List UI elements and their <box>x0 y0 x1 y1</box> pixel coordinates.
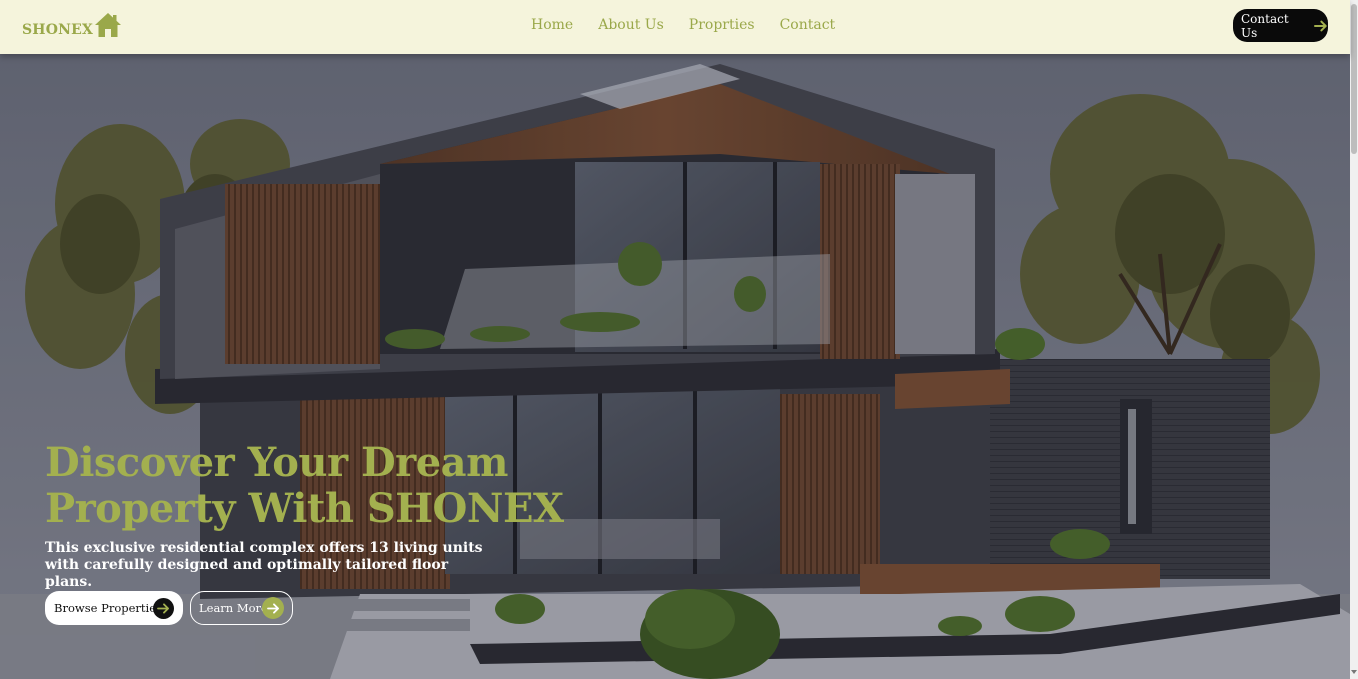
hero-title-line-2: Property With SHONEX <box>45 485 564 532</box>
arrow-right-icon <box>153 598 174 619</box>
learn-more-button[interactable]: Learn More <box>190 591 293 625</box>
nav-link-properties[interactable]: Proprties <box>689 16 755 34</box>
hero-section: Discover Your Dream Property With SHONEX… <box>0 54 1350 679</box>
page-scrollbar[interactable] <box>1350 0 1358 679</box>
top-navbar: SHONEX Home About Us Proprties Contact C… <box>0 0 1350 54</box>
contact-us-label: Contact Us <box>1241 11 1289 40</box>
main-nav: Home About Us Proprties Contact <box>531 16 860 34</box>
browse-properties-button[interactable]: Browse Properties <box>45 591 183 625</box>
brand-name: SHONEX <box>22 22 94 38</box>
browse-properties-label: Browse Properties <box>54 601 162 615</box>
scroll-down-arrow-icon[interactable] <box>1351 668 1357 676</box>
brand-logo[interactable]: SHONEX <box>22 12 122 40</box>
nav-link-contact[interactable]: Contact <box>780 16 836 34</box>
nav-link-about[interactable]: About Us <box>598 16 664 34</box>
contact-us-button[interactable]: Contact Us <box>1233 9 1328 42</box>
hero-title: Discover Your Dream Property With SHONEX <box>45 440 565 532</box>
hero-title-line-1: Discover Your Dream <box>45 439 508 486</box>
hero-description: This exclusive residential complex offer… <box>45 540 483 590</box>
arrow-right-icon <box>262 597 284 619</box>
arrow-right-icon <box>1314 20 1328 31</box>
nav-link-home[interactable]: Home <box>531 16 573 34</box>
learn-more-label: Learn More <box>199 601 268 615</box>
house-icon <box>95 13 122 37</box>
scrollbar-thumb[interactable] <box>1351 4 1357 154</box>
